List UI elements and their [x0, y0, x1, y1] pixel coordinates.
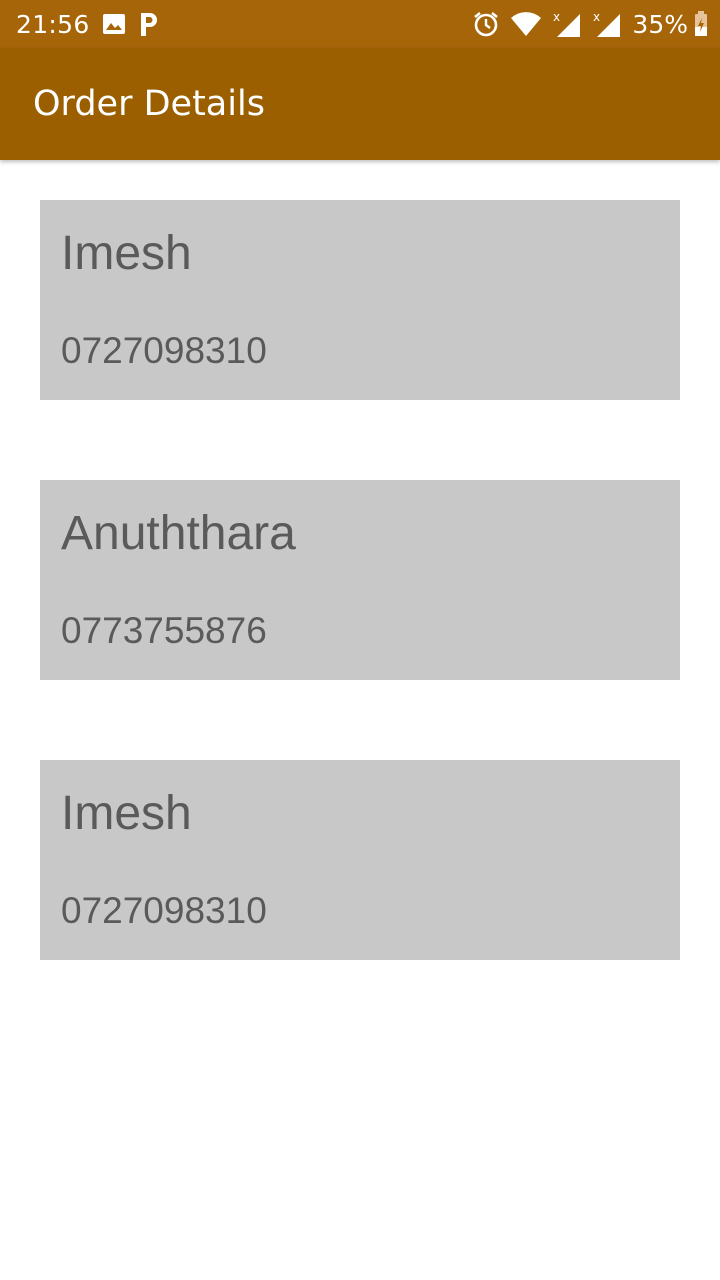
wifi-icon: [510, 11, 542, 37]
order-card[interactable]: Imesh 0727098310: [40, 200, 680, 400]
order-customer-name: Imesh: [61, 787, 192, 840]
order-phone-number: 0773755876: [61, 610, 267, 651]
status-time: 21:56: [16, 9, 90, 39]
order-list: Imesh 0727098310 Anuththara 0773755876 I…: [40, 200, 680, 1040]
alarm-icon: [472, 10, 500, 38]
image-icon: [102, 13, 126, 35]
battery-charging-icon: [694, 11, 708, 37]
svg-text:x: x: [553, 10, 560, 24]
battery-percentage: 35%: [632, 9, 688, 39]
order-customer-name: Anuththara: [61, 507, 296, 560]
order-phone-number: 0727098310: [61, 330, 267, 371]
order-customer-name: Imesh: [61, 227, 192, 280]
signal-icon: x: [552, 10, 582, 38]
svg-text:x: x: [593, 10, 600, 24]
page-title: Order Details: [33, 84, 265, 124]
app-bar: Order Details: [0, 48, 720, 160]
signal-icon: x: [592, 10, 622, 38]
parking-icon: [138, 11, 160, 37]
order-phone-number: 0727098310: [61, 890, 267, 931]
order-card[interactable]: Imesh 0727098310: [40, 760, 680, 960]
order-card[interactable]: Anuththara 0773755876: [40, 480, 680, 680]
status-bar: 21:56 x x 35%: [0, 0, 720, 48]
